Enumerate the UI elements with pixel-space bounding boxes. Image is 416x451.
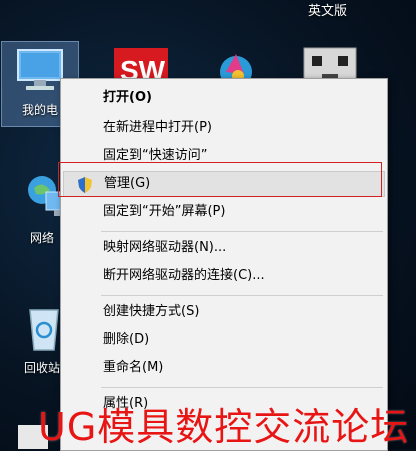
uac-shield-icon [78, 177, 92, 193]
menu-item-open[interactable]: 打开(O) [63, 85, 385, 111]
menu-separator [101, 295, 383, 296]
menu-item-delete[interactable]: 删除(D) [63, 327, 385, 353]
menu-item-label: 管理(G) [104, 176, 151, 191]
menu-separator [101, 231, 383, 232]
menu-item-manage[interactable]: 管理(G) [63, 171, 385, 197]
menu-item-rename[interactable]: 重命名(M) [63, 355, 385, 381]
menu-item-disconnect-network-drive[interactable]: 断开网络驱动器的连接(C)... [63, 263, 385, 289]
menu-item-pin-start[interactable]: 固定到“开始”屏幕(P) [63, 199, 385, 225]
desktop-top-label: 英文版 [308, 4, 348, 19]
menu-item-create-shortcut[interactable]: 创建快捷方式(S) [63, 299, 385, 325]
menu-item-pin-quick-access[interactable]: 固定到“快速访问” [63, 143, 385, 169]
menu-item-open-new-process[interactable]: 在新进程中打开(P) [63, 115, 385, 141]
menu-separator [101, 387, 383, 388]
menu-item-map-network-drive[interactable]: 映射网络驱动器(N)... [63, 235, 385, 261]
watermark-text: UG模具数控交流论坛 [38, 405, 410, 449]
